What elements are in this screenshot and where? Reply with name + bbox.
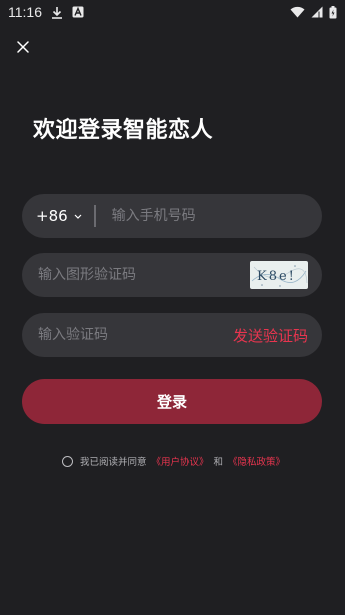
captcha-image-text: K8e! bbox=[257, 269, 296, 284]
country-code-selector[interactable]: +86 bbox=[36, 207, 94, 225]
app-notification-icon bbox=[72, 6, 84, 18]
close-button[interactable] bbox=[12, 36, 34, 58]
agreement-row: 我已阅读并同意 《用户协议》 和 《隐私政策》 bbox=[62, 454, 285, 468]
status-time: 11:16 bbox=[8, 4, 42, 20]
login-button[interactable]: 登录 bbox=[22, 379, 322, 424]
user-agreement-link[interactable]: 《用户协议》 bbox=[152, 454, 209, 468]
agreement-prefix: 我已阅读并同意 bbox=[80, 457, 147, 468]
download-icon bbox=[51, 6, 63, 19]
sms-code-field: 发送验证码 bbox=[22, 313, 322, 357]
agreement-checkbox[interactable] bbox=[62, 455, 73, 467]
status-right bbox=[290, 5, 337, 19]
phone-field: +86 bbox=[22, 194, 322, 238]
page-title: 欢迎登录智能恋人 bbox=[33, 118, 214, 143]
send-code-button[interactable]: 发送验证码 bbox=[233, 325, 308, 346]
wifi-icon bbox=[290, 6, 305, 18]
sms-code-input[interactable] bbox=[36, 326, 233, 344]
captcha-image[interactable]: K8e! bbox=[250, 261, 308, 289]
status-left: 11:16 bbox=[8, 4, 84, 20]
chevron-down-icon bbox=[74, 214, 82, 219]
status-bar: 11:16 bbox=[0, 0, 345, 24]
field-divider bbox=[93, 205, 96, 227]
battery-icon bbox=[329, 5, 337, 19]
close-icon bbox=[17, 41, 29, 53]
agreement-and: 和 bbox=[213, 457, 224, 468]
phone-input[interactable] bbox=[109, 207, 308, 225]
cellular-signal-icon bbox=[311, 6, 323, 18]
country-code-label: +86 bbox=[36, 207, 68, 225]
privacy-policy-link[interactable]: 《隐私政策》 bbox=[228, 454, 285, 468]
captcha-field: K8e! bbox=[22, 253, 322, 297]
captcha-input[interactable] bbox=[36, 266, 250, 284]
